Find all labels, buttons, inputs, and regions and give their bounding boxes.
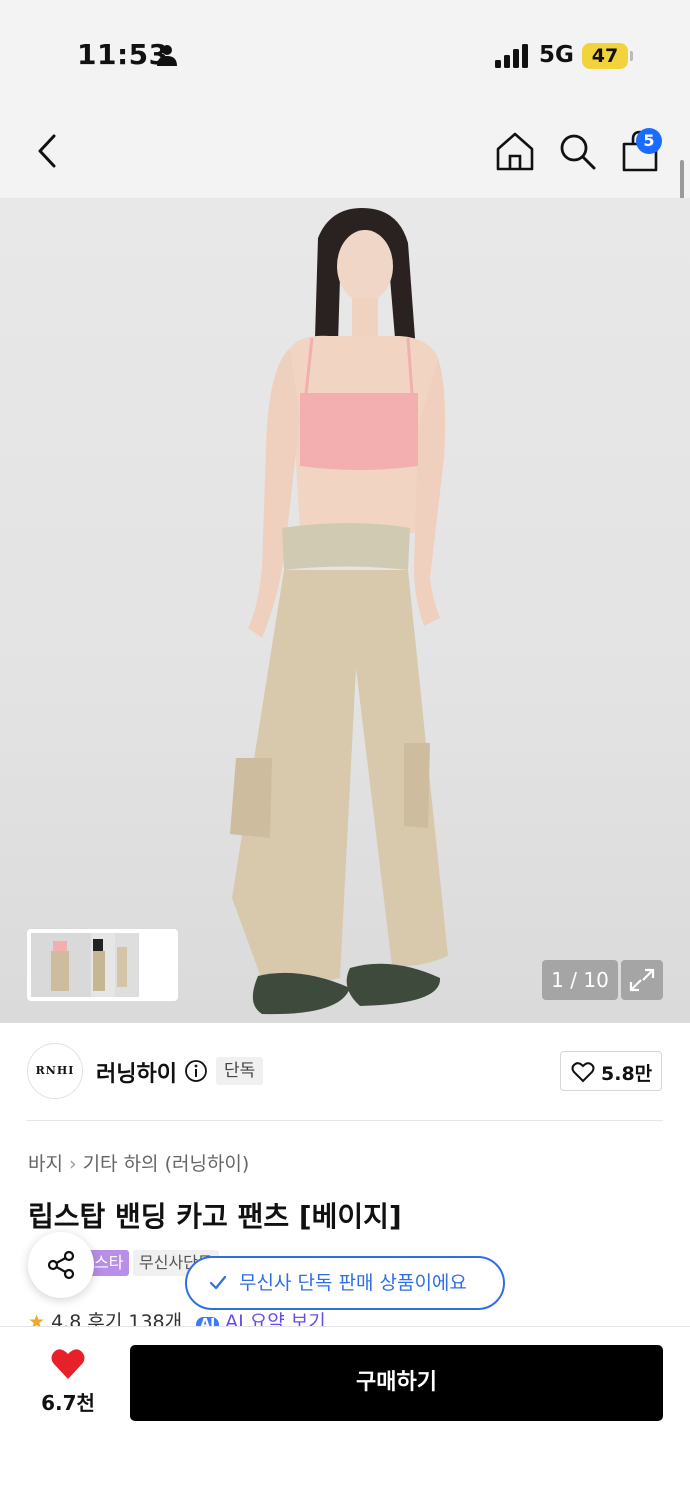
rating-row: ★ 4.8 후기 138개 AI AI 요약 보기: [28, 1307, 688, 1327]
brand-name[interactable]: 러닝하이: [96, 1056, 177, 1088]
status-time: 11:53: [77, 38, 169, 71]
heart-outline-icon: [571, 1062, 595, 1083]
share-button[interactable]: [28, 1232, 94, 1298]
divider: [27, 1120, 663, 1121]
home-icon[interactable]: [494, 130, 536, 172]
search-icon[interactable]: [557, 131, 597, 171]
toast-text: 무신사 단독 판매 상품이에요: [239, 1272, 467, 1294]
network-type: 5G: [539, 42, 574, 68]
check-icon: [209, 1275, 227, 1290]
review-count[interactable]: 후기 138개: [87, 1311, 182, 1327]
brand-like-button[interactable]: 5.8만: [560, 1051, 662, 1091]
signal-icon: [495, 44, 528, 68]
brand-logo[interactable]: RNHI: [27, 1043, 83, 1099]
breadcrumb-item[interactable]: 기타 하의 (러닝하이): [83, 1153, 250, 1175]
cart-count-badge: 5: [636, 128, 662, 154]
battery-tip: [630, 51, 633, 61]
exclusive-tag: 단독: [216, 1057, 264, 1085]
thumbnail-image[interactable]: [31, 933, 139, 997]
back-arrow-icon[interactable]: [32, 130, 66, 172]
heart-icon[interactable]: [50, 1347, 86, 1381]
wish-count: 6.7천: [41, 1391, 95, 1415]
buy-button[interactable]: 구매하기: [130, 1345, 663, 1421]
product-photo: [230, 208, 448, 1015]
product-image-gallery[interactable]: 1 / 10: [0, 198, 690, 1023]
expand-icon[interactable]: [621, 960, 663, 1000]
chevron-right-icon: ›: [68, 1153, 77, 1175]
image-counter: 1 / 10: [542, 960, 618, 1000]
brand-like-count: 5.8만: [601, 1063, 653, 1085]
person-icon: [157, 45, 177, 66]
breadcrumb: 바지 › 기타 하의 (러닝하이): [28, 1149, 249, 1176]
info-icon[interactable]: [184, 1059, 208, 1083]
thumbnail-strip[interactable]: [27, 929, 178, 1001]
star-icon: ★: [28, 1311, 46, 1327]
exclusive-toast: 무신사 단독 판매 상품이에요: [185, 1256, 505, 1310]
breadcrumb-item[interactable]: 바지: [28, 1153, 63, 1175]
rating-value: 4.8: [51, 1311, 82, 1327]
star-tag: 스타: [88, 1250, 130, 1276]
battery-indicator: 47: [582, 43, 628, 69]
share-icon: [47, 1250, 75, 1280]
product-title: 립스탑 밴딩 카고 팬츠 [베이지]: [28, 1200, 402, 1233]
ai-summary-link[interactable]: AI 요약 보기: [225, 1311, 326, 1327]
